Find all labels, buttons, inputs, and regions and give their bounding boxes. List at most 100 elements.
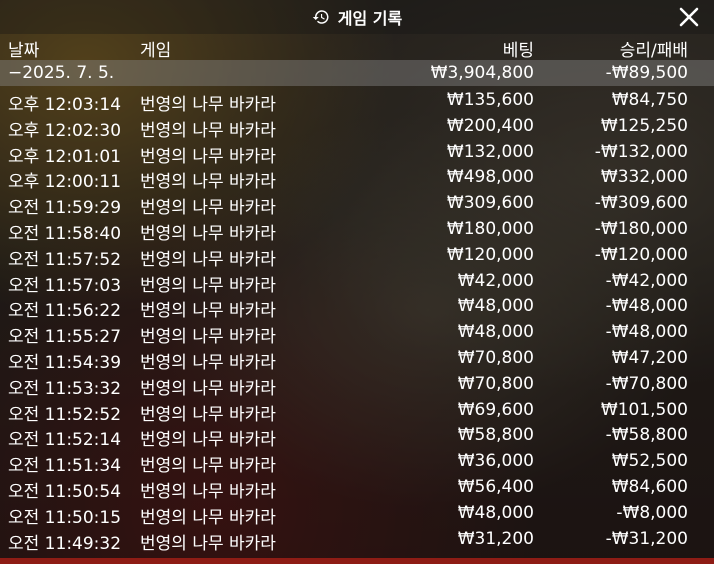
row-game: 번영의 나무 바카라: [140, 275, 276, 296]
row-result: -₩120,000: [594, 244, 688, 265]
row-result: -₩132,000: [594, 141, 688, 162]
row-time: 오후 12:03:14: [8, 95, 122, 115]
row-result: ₩84,750: [611, 90, 688, 110]
row-result: -₩48,000: [605, 296, 688, 317]
row-game: 번영의 나무 바카라: [140, 456, 276, 477]
row-time: 오전 11:55:27: [8, 327, 122, 348]
table-row[interactable]: 오전 11:58:40 번영의 나무 바카라 ₩180,000 -₩180,000: [0, 216, 714, 244]
title-bar: 게임 기록: [0, 0, 714, 34]
header-result: 승리/패배: [619, 41, 688, 61]
row-result: ₩125,250: [600, 115, 688, 136]
close-button[interactable]: [678, 6, 700, 28]
row-time: 오전 11:59:29: [8, 198, 122, 219]
row-bet: ₩120,000: [446, 244, 534, 265]
row-game: 번영의 나무 바카라: [140, 327, 276, 348]
row-game: 번영의 나무 바카라: [140, 95, 276, 115]
row-game: 번영의 나무 바카라: [140, 352, 276, 373]
row-time: 오후 12:00:11: [8, 172, 122, 193]
row-game: 번영의 나무 바카라: [140, 198, 276, 219]
history-clock-icon: [312, 10, 329, 24]
row-game: 번영의 나무 바카라: [140, 533, 276, 554]
row-result: ₩84,600: [611, 476, 688, 497]
table-row[interactable]: 오후 12:02:30 번영의 나무 바카라 ₩200,400 ₩125,250: [0, 113, 714, 141]
table-row[interactable]: 오전 11:50:15 번영의 나무 바카라 ₩48,000 -₩8,000: [0, 500, 714, 528]
row-result: -₩8,000: [616, 502, 688, 523]
table-row[interactable]: 오전 11:57:03 번영의 나무 바카라 ₩42,000 -₩42,000: [0, 268, 714, 296]
row-game: 번영의 나무 바카라: [140, 404, 276, 425]
row-time: 오전 11:52:14: [8, 430, 122, 451]
table-row[interactable]: 오전 11:52:14 번영의 나무 바카라 ₩58,800 -₩58,800: [0, 422, 714, 451]
table-row[interactable]: 오전 11:55:27 번영의 나무 바카라 ₩48,000 -₩48,000: [0, 319, 714, 348]
table-row[interactable]: 오후 12:03:14 번영의 나무 바카라 ₩135,600 ₩84,750: [0, 87, 714, 115]
table-row[interactable]: 오전 11:57:52 번영의 나무 바카라 ₩120,000 -₩120,000: [0, 242, 714, 270]
row-result: -₩42,000: [605, 270, 688, 291]
table-row[interactable]: 오전 11:50:54 번영의 나무 바카라 ₩56,400 ₩84,600: [0, 474, 714, 502]
row-time: 오전 11:57:52: [8, 249, 122, 270]
table-row[interactable]: 오전 11:54:39 번영의 나무 바카라 ₩70,800 ₩47,200: [0, 345, 714, 373]
summary-result-total: -₩89,500: [605, 63, 688, 83]
row-result: -₩309,600: [594, 193, 688, 214]
row-game: 번영의 나무 바카라: [140, 301, 276, 322]
row-bet: ₩42,000: [457, 270, 534, 291]
history-list: 오후 12:03:14 번영의 나무 바카라 ₩135,600 ₩84,750 오후 1…: [0, 87, 714, 554]
close-icon: [679, 7, 699, 27]
table-row[interactable]: 오전 11:59:29 번영의 나무 바카라 ₩309,600 -₩309,600: [0, 190, 714, 219]
row-time: 오후 12:01:01: [8, 146, 122, 167]
row-game: 번영의 나무 바카라: [140, 430, 276, 451]
game-history-panel: 게임 기록 날짜 게임 베팅 승리/패배 −2025. 7. 5. ₩3,904…: [0, 0, 714, 558]
row-time: 오전 11:50:15: [8, 507, 122, 528]
row-game: 번영의 나무 바카라: [140, 481, 276, 502]
row-bet: ₩180,000: [446, 218, 534, 239]
bottom-strip: [0, 558, 714, 564]
table-row[interactable]: 오전 11:53:32 번영의 나무 바카라 ₩70,800 -₩70,800: [0, 371, 714, 399]
table-header: 날짜 게임 베팅 승리/패배: [0, 34, 714, 61]
row-bet: ₩309,600: [446, 193, 534, 214]
title-group: 게임 기록: [312, 5, 402, 29]
row-time: 오전 11:50:54: [8, 481, 122, 502]
date-summary-row[interactable]: −2025. 7. 5. ₩3,904,800 -₩89,500: [0, 60, 714, 86]
row-bet: ₩58,800: [457, 425, 534, 446]
row-result: -₩58,800: [605, 425, 688, 446]
row-time: 오전 11:53:32: [8, 378, 122, 399]
row-game: 번영의 나무 바카라: [140, 146, 276, 167]
row-time: 오전 11:56:22: [8, 301, 122, 322]
row-bet: ₩135,600: [446, 90, 534, 110]
table-row[interactable]: 오후 12:01:01 번영의 나무 바카라 ₩132,000 -₩132,000: [0, 139, 714, 167]
row-result: ₩101,500: [600, 399, 688, 420]
header-bet: 베팅: [502, 41, 534, 61]
table-row[interactable]: 오전 11:49:32 번영의 나무 바카라 ₩31,200 -₩31,200: [0, 526, 714, 554]
header-date: 날짜: [8, 41, 40, 61]
row-game: 번영의 나무 바카라: [140, 120, 276, 141]
row-result: ₩47,200: [611, 347, 688, 368]
row-time: 오전 11:58:40: [8, 223, 122, 244]
row-time: 오후 12:02:30: [8, 120, 122, 141]
table-row[interactable]: 오전 11:52:52 번영의 나무 바카라 ₩69,600 ₩101,500: [0, 397, 714, 425]
summary-date-toggle[interactable]: −2025. 7. 5.: [8, 63, 114, 83]
table-row[interactable]: 오후 12:00:11 번영의 나무 바카라 ₩498,000 ₩332,000: [0, 164, 714, 193]
row-bet: ₩70,800: [457, 347, 534, 368]
row-result: -₩48,000: [605, 322, 688, 343]
row-time: 오전 11:52:52: [8, 404, 122, 425]
row-time: 오전 11:57:03: [8, 275, 122, 296]
row-bet: ₩69,600: [457, 399, 534, 420]
summary-bet-total: ₩3,904,800: [430, 63, 534, 83]
row-result: -₩180,000: [594, 218, 688, 239]
row-bet: ₩132,000: [446, 141, 534, 162]
row-bet: ₩48,000: [457, 296, 534, 317]
row-game: 번영의 나무 바카라: [140, 507, 276, 528]
row-bet: ₩48,000: [457, 502, 534, 523]
row-result: -₩70,800: [605, 373, 688, 394]
page-title: 게임 기록: [337, 9, 403, 28]
row-result: -₩31,200: [605, 528, 688, 549]
row-bet: ₩36,000: [457, 451, 534, 472]
row-bet: ₩70,800: [457, 373, 534, 394]
row-result: ₩52,500: [611, 451, 688, 472]
row-game: 번영의 나무 바카라: [140, 378, 276, 399]
table-row[interactable]: 오전 11:51:34 번영의 나무 바카라 ₩36,000 ₩52,500: [0, 448, 714, 477]
row-bet: ₩56,400: [457, 476, 534, 497]
row-time: 오전 11:54:39: [8, 352, 122, 373]
table-row[interactable]: 오전 11:56:22 번영의 나무 바카라 ₩48,000 -₩48,000: [0, 293, 714, 322]
row-bet: ₩48,000: [457, 322, 534, 343]
row-bet: ₩498,000: [446, 167, 534, 188]
row-time: 오전 11:49:32: [8, 533, 122, 554]
